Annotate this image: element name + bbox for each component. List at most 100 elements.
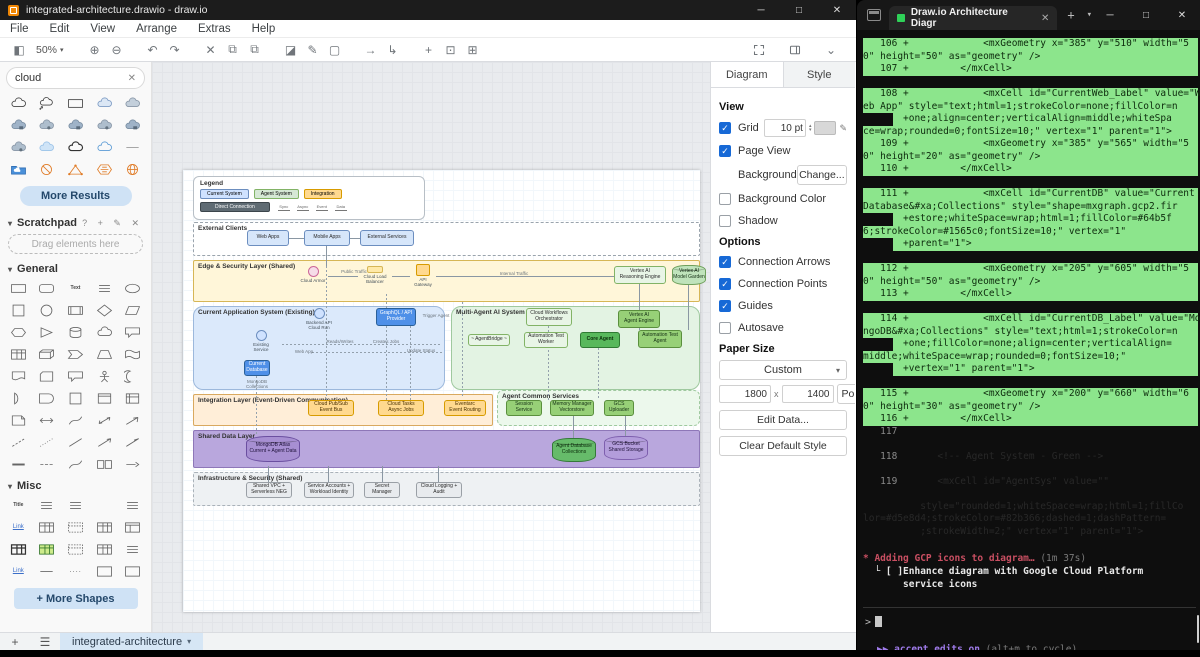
shape-curve[interactable]: [61, 409, 90, 431]
shape-rectlg[interactable]: [118, 560, 147, 582]
shape-container[interactable]: [90, 387, 119, 409]
shape-trap[interactable]: [90, 343, 119, 365]
undo-icon[interactable]: ↶: [142, 40, 164, 60]
diagram-node[interactable]: Update Status: [402, 347, 440, 355]
pages-menu-icon[interactable]: ☰: [30, 635, 60, 649]
shape-doc[interactable]: [4, 365, 33, 387]
shape-ellipse[interactable]: [118, 277, 147, 299]
misc-section-header[interactable]: ▾ Misc: [0, 475, 151, 494]
shape-c-sk[interactable]: [90, 92, 119, 114]
shape-tblgreen[interactable]: [33, 538, 62, 560]
menu-file[interactable]: File: [10, 23, 29, 35]
shape-hline[interactable]: [33, 560, 62, 582]
diagram-node[interactable]: Agent Database Collections: [552, 438, 596, 462]
shape-hex[interactable]: [4, 321, 33, 343]
diagram-node[interactable]: Cloud Logging + Audit: [416, 482, 462, 498]
diagram-node[interactable]: Vertex AI Agent Engine: [618, 310, 660, 328]
diagram-node[interactable]: Automation Test Worker: [524, 332, 568, 348]
shape-cyl[interactable]: [61, 321, 90, 343]
more-results-button[interactable]: More Results: [20, 186, 132, 206]
shape-boldline[interactable]: [4, 453, 33, 475]
collapse-icon[interactable]: ⌄: [820, 40, 842, 60]
shape-c-db[interactable]: [61, 136, 90, 158]
copy-icon[interactable]: ⧉: [222, 40, 244, 60]
shape-square[interactable]: [61, 387, 90, 409]
shape-tri[interactable]: [33, 321, 62, 343]
paste-icon[interactable]: ⧉: [244, 40, 266, 60]
shape-c-globe[interactable]: [118, 158, 147, 180]
diagram-node[interactable]: Memory Manager Vectorstore: [550, 400, 594, 416]
new-tab-icon[interactable]: +: [1067, 8, 1074, 22]
terminal-minimize-icon[interactable]: ─: [1092, 10, 1128, 21]
shape-c-bl[interactable]: [90, 136, 119, 158]
shape-c-f[interactable]: [61, 114, 90, 136]
shape-arr1[interactable]: [90, 431, 119, 453]
shape-c-lb[interactable]: [33, 136, 62, 158]
grid-checkbox[interactable]: ✓: [719, 122, 731, 134]
edit-color-icon[interactable]: ✎: [839, 123, 847, 134]
zoom-in-icon[interactable]: ⊕: [84, 40, 106, 60]
diagram-node[interactable]: Web Apps: [247, 230, 289, 246]
diagram-node[interactable]: MongoDB Atlas Current + Agent Data: [246, 436, 300, 462]
shape-tbldash[interactable]: [61, 538, 90, 560]
shape-c-call[interactable]: [33, 92, 62, 114]
shape-dots[interactable]: [61, 560, 90, 582]
shape-c-rect[interactable]: [61, 92, 90, 114]
shape-icon[interactable]: ⊡: [440, 40, 462, 60]
shape-list[interactable]: [61, 494, 90, 516]
diagram-node[interactable]: Cloud Armor: [298, 266, 328, 290]
shape-semis[interactable]: [4, 387, 33, 409]
shape-list[interactable]: [33, 494, 62, 516]
shape-darrow[interactable]: [118, 453, 147, 475]
diagram-node[interactable]: Vertex AI Reasoning Engine: [614, 266, 666, 284]
shape-line[interactable]: [61, 431, 90, 453]
diagram-node[interactable]: Web App: [290, 348, 318, 356]
terminal-prompt[interactable]: >: [863, 616, 1200, 628]
shape-note[interactable]: [4, 409, 33, 431]
diagram-node[interactable]: Core Agent: [580, 332, 620, 348]
shape-para[interactable]: [118, 299, 147, 321]
shape-tblhead[interactable]: [118, 516, 147, 538]
shape-title[interactable]: Title: [4, 494, 33, 516]
paper-size-select[interactable]: Custom▾: [719, 360, 847, 380]
diagram-node[interactable]: Cloud Pub/Sub Event Bus: [308, 400, 354, 416]
shape-linktxt[interactable]: Link: [4, 560, 33, 582]
shape-circle[interactable]: [33, 299, 62, 321]
tab-diagram[interactable]: Diagram: [711, 62, 783, 87]
arrow-icon[interactable]: →: [360, 40, 382, 60]
format-panel-icon[interactable]: [784, 40, 806, 60]
maximize-icon[interactable]: □: [780, 5, 818, 16]
shape-rect2[interactable]: [90, 453, 119, 475]
diagram-legend[interactable]: LegendCurrent SystemAgent SystemIntegrat…: [193, 176, 425, 220]
diagram-node[interactable]: Shared VPC + Serverless NEG: [246, 482, 292, 498]
diagram-node[interactable]: Creates Jobs: [368, 338, 404, 346]
shape-arr2[interactable]: [118, 431, 147, 453]
shape-c-f[interactable]: [4, 114, 33, 136]
pen-icon[interactable]: ✎: [302, 40, 324, 60]
table-icon[interactable]: ⊞: [462, 40, 484, 60]
diagram-node[interactable]: Mobile Apps: [304, 230, 350, 246]
shape-delay[interactable]: [33, 387, 62, 409]
shape-square[interactable]: [4, 299, 33, 321]
diagram-node[interactable]: Trigger Agent: [418, 312, 454, 320]
shape-tape[interactable]: [118, 343, 147, 365]
page-tab[interactable]: integrated-architecture ▾: [60, 633, 203, 650]
shape-linktxt[interactable]: Link: [4, 516, 33, 538]
shape-c-tri[interactable]: [61, 158, 90, 180]
shape-intstore[interactable]: [118, 387, 147, 409]
shape-dotline[interactable]: [33, 431, 62, 453]
clear-default-stylebutton[interactable]: Clear Default Style: [719, 436, 847, 456]
diagram-node[interactable]: Existing Service: [246, 330, 276, 356]
shape-c-f2[interactable]: [4, 136, 33, 158]
shape-c-f2[interactable]: [90, 114, 119, 136]
connector-icon[interactable]: ↳: [382, 40, 404, 60]
shape-c-sk2[interactable]: [118, 92, 147, 114]
shape-card[interactable]: [33, 365, 62, 387]
terminal-maximize-icon[interactable]: □: [1128, 10, 1164, 21]
shape-cloud[interactable]: [90, 321, 119, 343]
menu-arrange[interactable]: Arrange: [136, 23, 177, 35]
grid-size-input[interactable]: 10 pt: [764, 119, 806, 137]
shape-dashbold[interactable]: [33, 453, 62, 475]
shape-search-input[interactable]: cloud ✕: [6, 67, 145, 89]
shape-process[interactable]: [61, 299, 90, 321]
